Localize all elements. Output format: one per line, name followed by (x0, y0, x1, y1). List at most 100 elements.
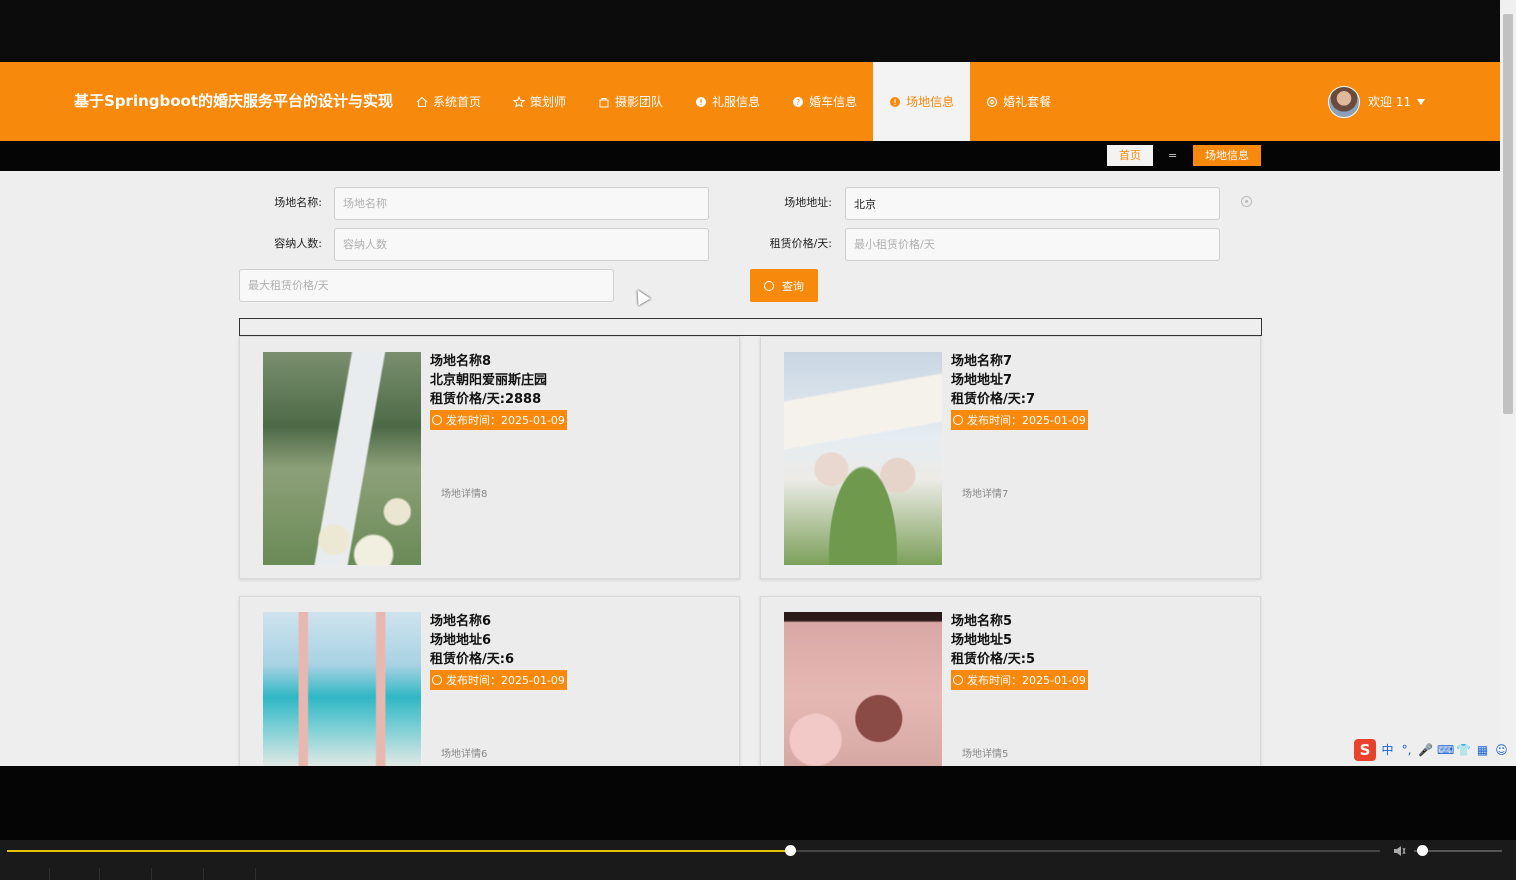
venue-address: 场地地址6 (430, 633, 492, 648)
venue-image[interactable] (784, 352, 942, 565)
search-button[interactable]: 查询 (750, 269, 818, 302)
nav-item-label: 婚车信息 (809, 95, 858, 109)
clock-icon (432, 675, 442, 685)
main-nav: 系统首页 策划师 摄影团队 礼服信息 ? 婚车信息 场地信息 婚礼套餐 (400, 62, 1067, 141)
keyboard-icon[interactable]: ⌨ (1437, 743, 1454, 758)
venue-image[interactable] (263, 352, 421, 565)
ime-punctuation-icon[interactable]: °, (1399, 743, 1414, 758)
venue-name: 场地名称7 (951, 354, 1013, 369)
search-button-label: 查询 (782, 279, 804, 293)
video-progress-fill (7, 850, 790, 852)
venue-info: 场地名称8 北京朝阳爱丽斯庄园 租赁价格/天:2888 发布时间：2025-01… (430, 352, 567, 430)
info-icon (695, 96, 707, 108)
nav-item-photography[interactable]: 摄影团队 (582, 62, 679, 141)
venue-name: 场地名称6 (430, 614, 492, 629)
control-segment[interactable] (102, 868, 152, 880)
browser-viewport: 基于Springboot的婚庆服务平台的设计与实现 系统首页 策划师 摄影团队 … (0, 62, 1500, 766)
venue-card[interactable]: 场地名称8 北京朝阳爱丽斯庄园 租赁价格/天:2888 发布时间：2025-01… (239, 336, 740, 579)
publish-time-badge: 发布时间：2025-01-09 (951, 670, 1088, 690)
scrollbar-thumb[interactable] (1503, 14, 1513, 414)
emoji-icon[interactable]: ☺ (1494, 743, 1509, 758)
venue-detail: 场地详情8 (441, 489, 488, 500)
nav-item-planner[interactable]: 策划师 (497, 62, 582, 141)
mouse-cursor-icon (631, 286, 651, 306)
clock-icon (432, 415, 442, 425)
nav-item-label: 婚礼套餐 (1003, 95, 1052, 109)
publish-time: 发布时间：2025-01-09 (967, 414, 1086, 427)
site-title: 基于Springboot的婚庆服务平台的设计与实现 (74, 92, 394, 110)
nav-item-label: 系统首页 (433, 95, 482, 109)
venue-name: 场地名称5 (951, 614, 1013, 629)
venue-address-label: 场地地址: (784, 196, 832, 209)
nav-item-label: 策划师 (530, 95, 567, 109)
ime-chinese-toggle[interactable]: 中 (1380, 743, 1395, 758)
grid-icon[interactable]: ▦ (1475, 743, 1490, 758)
avatar[interactable] (1328, 85, 1360, 118)
volume-icon[interactable] (1393, 845, 1407, 857)
skin-icon[interactable]: 👕 (1456, 743, 1471, 758)
venue-card[interactable]: 场地名称5 场地地址5 租赁价格/天:5 发布时间：2025-01-09 场地详… (760, 596, 1261, 766)
home-icon (416, 96, 428, 108)
venue-price: 租赁价格/天:7 (951, 392, 1035, 407)
publish-time-badge: 发布时间：2025-01-09 (430, 670, 567, 690)
publish-time-badge: 发布时间：2025-01-09 (430, 410, 567, 430)
video-progress-handle[interactable] (784, 845, 796, 856)
venue-info: 场地名称5 场地地址5 租赁价格/天:5 发布时间：2025-01-09 (951, 612, 1088, 690)
publish-time: 发布时间：2025-01-09 (446, 674, 565, 687)
breadcrumb: 首页 = 场地信息 (0, 141, 1500, 171)
venue-address: 场地地址7 (951, 373, 1013, 388)
venue-card[interactable]: 场地名称7 场地地址7 租赁价格/天:7 发布时间：2025-01-09 场地详… (760, 336, 1261, 579)
nav-item-label: 摄影团队 (615, 95, 664, 109)
control-segment[interactable] (154, 868, 204, 880)
nav-item-car[interactable]: ? 婚车信息 (776, 62, 873, 141)
list-header-box (239, 318, 1262, 336)
publish-time-badge: 发布时间：2025-01-09 (951, 410, 1088, 430)
control-segment[interactable] (50, 868, 100, 880)
caret-down-icon[interactable] (1417, 98, 1426, 105)
breadcrumb-home[interactable]: 首页 (1107, 145, 1153, 166)
microphone-icon[interactable]: 🎤 (1418, 743, 1433, 758)
search-icon (764, 280, 774, 291)
publish-time: 发布时间：2025-01-09 (446, 414, 565, 427)
venue-info: 场地名称7 场地地址7 租赁价格/天:7 发布时间：2025-01-09 (951, 352, 1088, 430)
venue-address-input[interactable] (845, 187, 1220, 220)
venue-image[interactable] (263, 612, 421, 766)
min-price-input[interactable] (845, 228, 1220, 261)
info-icon (889, 96, 901, 108)
price-label: 租赁价格/天: (769, 237, 832, 250)
venue-price: 租赁价格/天:5 (951, 652, 1035, 667)
breadcrumb-separator: = (1168, 149, 1178, 162)
question-icon: ? (792, 96, 804, 108)
venue-price: 租赁价格/天:6 (430, 652, 514, 667)
ime-logo-icon[interactable]: S (1354, 739, 1376, 761)
venue-image[interactable] (784, 612, 942, 766)
clear-icon[interactable] (1241, 196, 1252, 207)
user-menu[interactable]: 欢迎 11 (1328, 62, 1426, 141)
control-segment[interactable] (206, 868, 256, 880)
settings-icon (986, 96, 998, 108)
video-top-bar (0, 0, 1500, 62)
capacity-label: 容纳人数: (274, 237, 322, 250)
site-header: 基于Springboot的婚庆服务平台的设计与实现 系统首页 策划师 摄影团队 … (0, 62, 1500, 141)
max-price-input[interactable] (239, 269, 614, 302)
nav-item-home[interactable]: 系统首页 (400, 62, 497, 141)
nav-item-venue[interactable]: 场地信息 (873, 62, 971, 141)
venue-detail: 场地详情5 (962, 749, 1009, 760)
venue-name-input[interactable] (334, 187, 709, 220)
capacity-input[interactable] (334, 228, 709, 261)
venue-detail: 场地详情6 (441, 749, 488, 760)
ime-toolbar: S 中 °, 🎤 ⌨ 👕 ▦ ☺ (1354, 738, 1514, 762)
publish-time: 发布时间：2025-01-09 (967, 674, 1086, 687)
venue-address: 场地地址5 (951, 633, 1013, 648)
star-icon (513, 95, 526, 108)
nav-item-dress[interactable]: 礼服信息 (679, 62, 776, 141)
clock-icon (953, 675, 963, 685)
venue-price: 租赁价格/天:2888 (430, 392, 542, 407)
svg-text:?: ? (796, 98, 800, 107)
clock-icon (953, 415, 963, 425)
control-segment[interactable] (0, 868, 50, 880)
nav-item-package[interactable]: 婚礼套餐 (970, 62, 1067, 141)
venue-info: 场地名称6 场地地址6 租赁价格/天:6 发布时间：2025-01-09 (430, 612, 567, 690)
screen: 基于Springboot的婚庆服务平台的设计与实现 系统首页 策划师 摄影团队 … (0, 0, 1516, 880)
venue-card[interactable]: 场地名称6 场地地址6 租赁价格/天:6 发布时间：2025-01-09 场地详… (239, 596, 740, 766)
